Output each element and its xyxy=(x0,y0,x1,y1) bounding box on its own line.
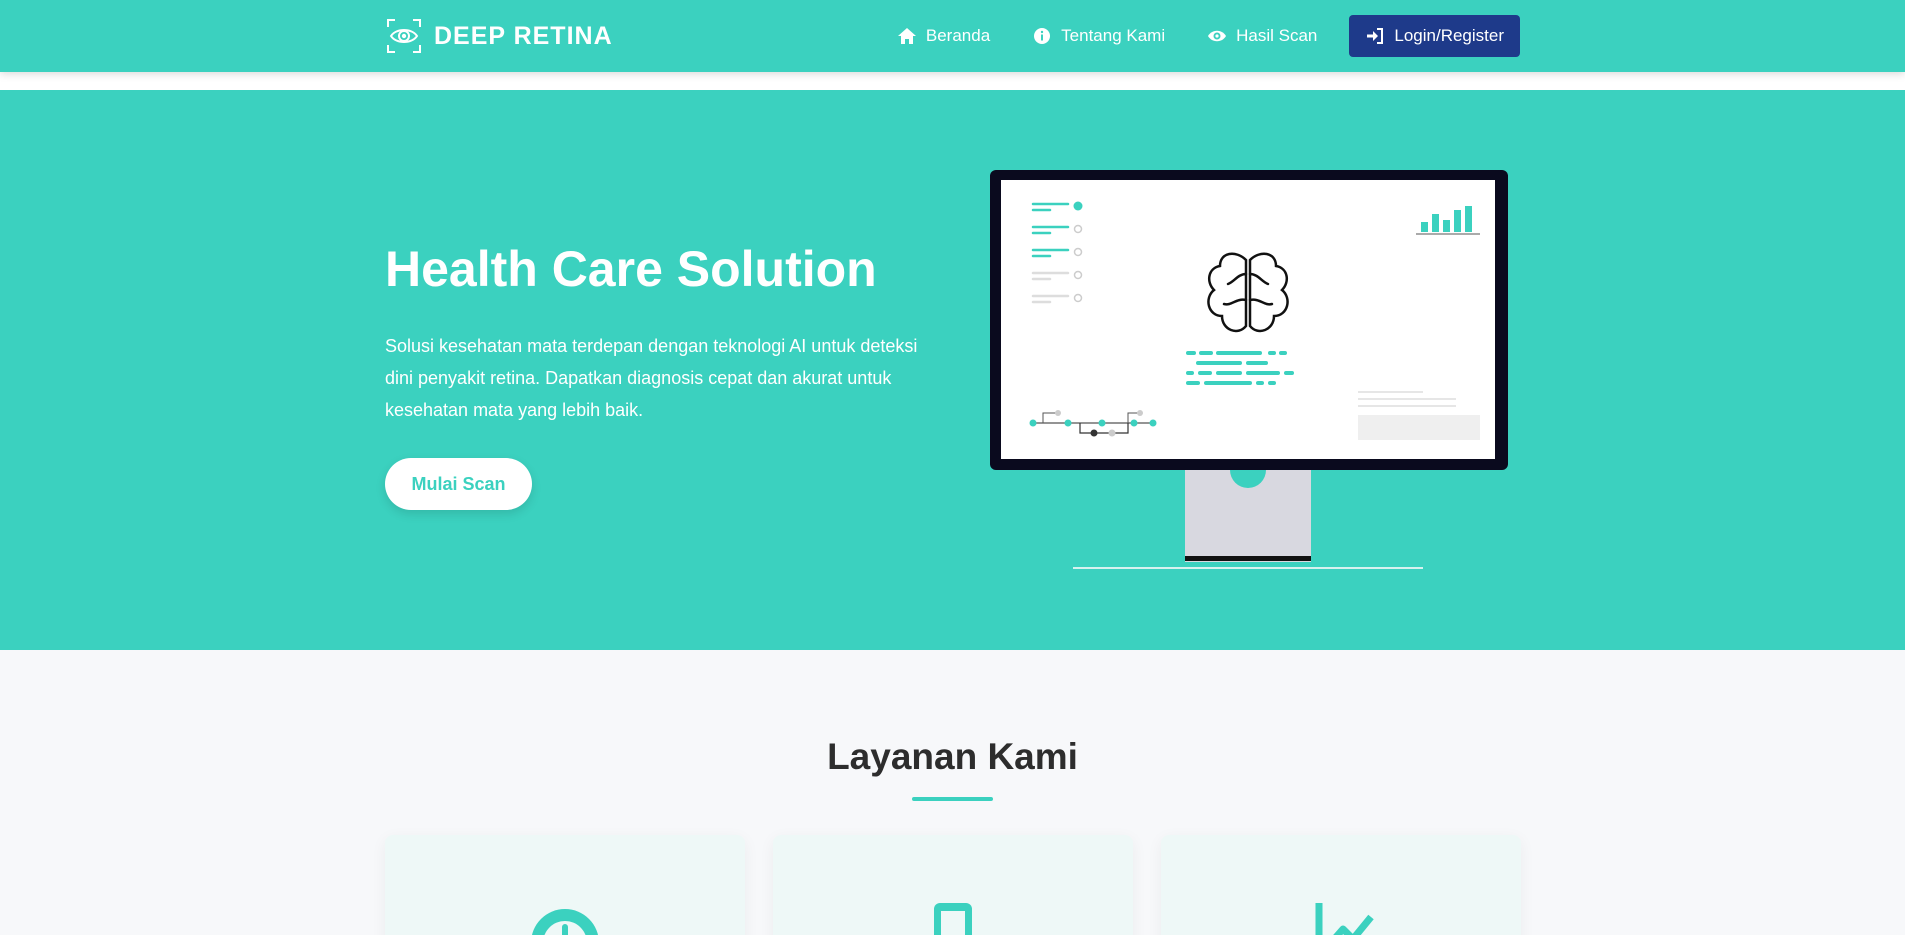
nav-tentang-kami[interactable]: Tentang Kami xyxy=(1018,15,1179,57)
nav-hasil-scan-label: Hasil Scan xyxy=(1236,26,1318,45)
nav-beranda-label: Beranda xyxy=(925,26,991,45)
services-title: Layanan Kami xyxy=(827,736,1078,777)
hero-title: Health Care Solution xyxy=(385,241,877,297)
nav-tentang-kami-label: Tentang Kami xyxy=(1061,26,1166,45)
service-card[interactable] xyxy=(1161,835,1521,935)
sign-in-icon xyxy=(1367,28,1384,44)
eye-scan-icon xyxy=(387,19,421,53)
chart-line-icon xyxy=(1315,903,1374,935)
login-register-label: Login/Register xyxy=(1394,26,1504,45)
service-card[interactable] xyxy=(773,835,1133,935)
info-icon xyxy=(1034,28,1051,44)
nav-beranda[interactable]: Beranda xyxy=(883,15,1004,57)
hero-section: Health Care Solution Solusi kesehatan ma… xyxy=(0,90,1905,650)
login-register-button[interactable]: Login/Register xyxy=(1349,15,1520,57)
nav-hasil-scan[interactable]: Hasil Scan xyxy=(1193,15,1331,57)
hero-description: Solusi kesehatan mata terdepan dengan te… xyxy=(385,336,918,420)
home-icon xyxy=(897,28,916,44)
monitor-brain-illustration xyxy=(990,170,1508,569)
eye-icon xyxy=(1208,30,1227,42)
brand-name: DEEP RETINA xyxy=(434,21,613,50)
brand-logo-link[interactable]: DEEP RETINA xyxy=(386,17,613,55)
navbar-spacer xyxy=(0,72,1905,90)
mobile-icon xyxy=(934,903,972,935)
start-scan-button[interactable]: Mulai Scan xyxy=(385,458,532,510)
navbar: DEEP RETINA Beranda Tentang Kami Hasil S… xyxy=(0,0,1905,72)
main-nav: Beranda Tentang Kami Hasil Scan Login/Re… xyxy=(883,15,1520,57)
title-underline xyxy=(912,797,993,801)
service-card[interactable] xyxy=(385,835,745,935)
clock-icon xyxy=(531,909,599,935)
